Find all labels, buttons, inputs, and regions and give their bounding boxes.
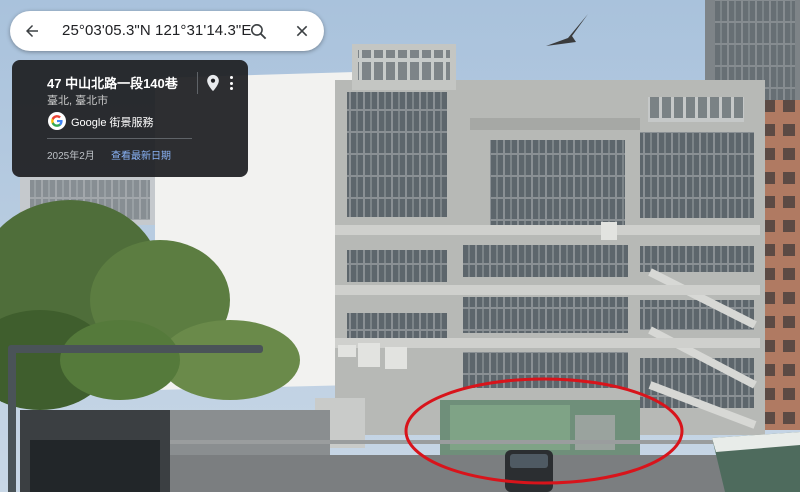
more-vert-icon <box>229 76 233 79</box>
coordinates-text[interactable]: 25°03'05.3"N 121°31'14.3"E <box>62 22 251 39</box>
location-info-card: 47 中山北路一段140巷 臺北, 臺北市 Google 街景服務 2025年2… <box>12 60 248 177</box>
street-fence <box>170 455 800 492</box>
location-subtitle: 臺北, 臺北市 <box>47 95 109 107</box>
see-latest-date-link[interactable]: 查看最新日期 <box>111 147 171 162</box>
back-button[interactable] <box>18 17 46 45</box>
more-options-button[interactable] <box>226 73 236 93</box>
service-label: Google 街景服務 <box>71 117 154 129</box>
ground-floor <box>315 398 640 455</box>
main-building <box>335 44 765 435</box>
divider <box>47 138 192 139</box>
google-logo <box>48 112 66 130</box>
parked-car <box>505 450 553 492</box>
close-icon <box>296 25 308 37</box>
divider <box>197 72 198 94</box>
coordinates-search-bar: 25°03'05.3"N 121°31'14.3"E <box>10 11 324 51</box>
location-title: 47 中山北路一段140巷 <box>47 76 178 91</box>
search-icon <box>250 23 266 39</box>
location-pin-icon[interactable] <box>206 74 220 92</box>
search-button[interactable] <box>244 17 272 45</box>
arrow-left-icon <box>26 25 38 37</box>
close-button[interactable] <box>288 17 316 45</box>
capture-date: 2025年2月 <box>47 151 95 162</box>
